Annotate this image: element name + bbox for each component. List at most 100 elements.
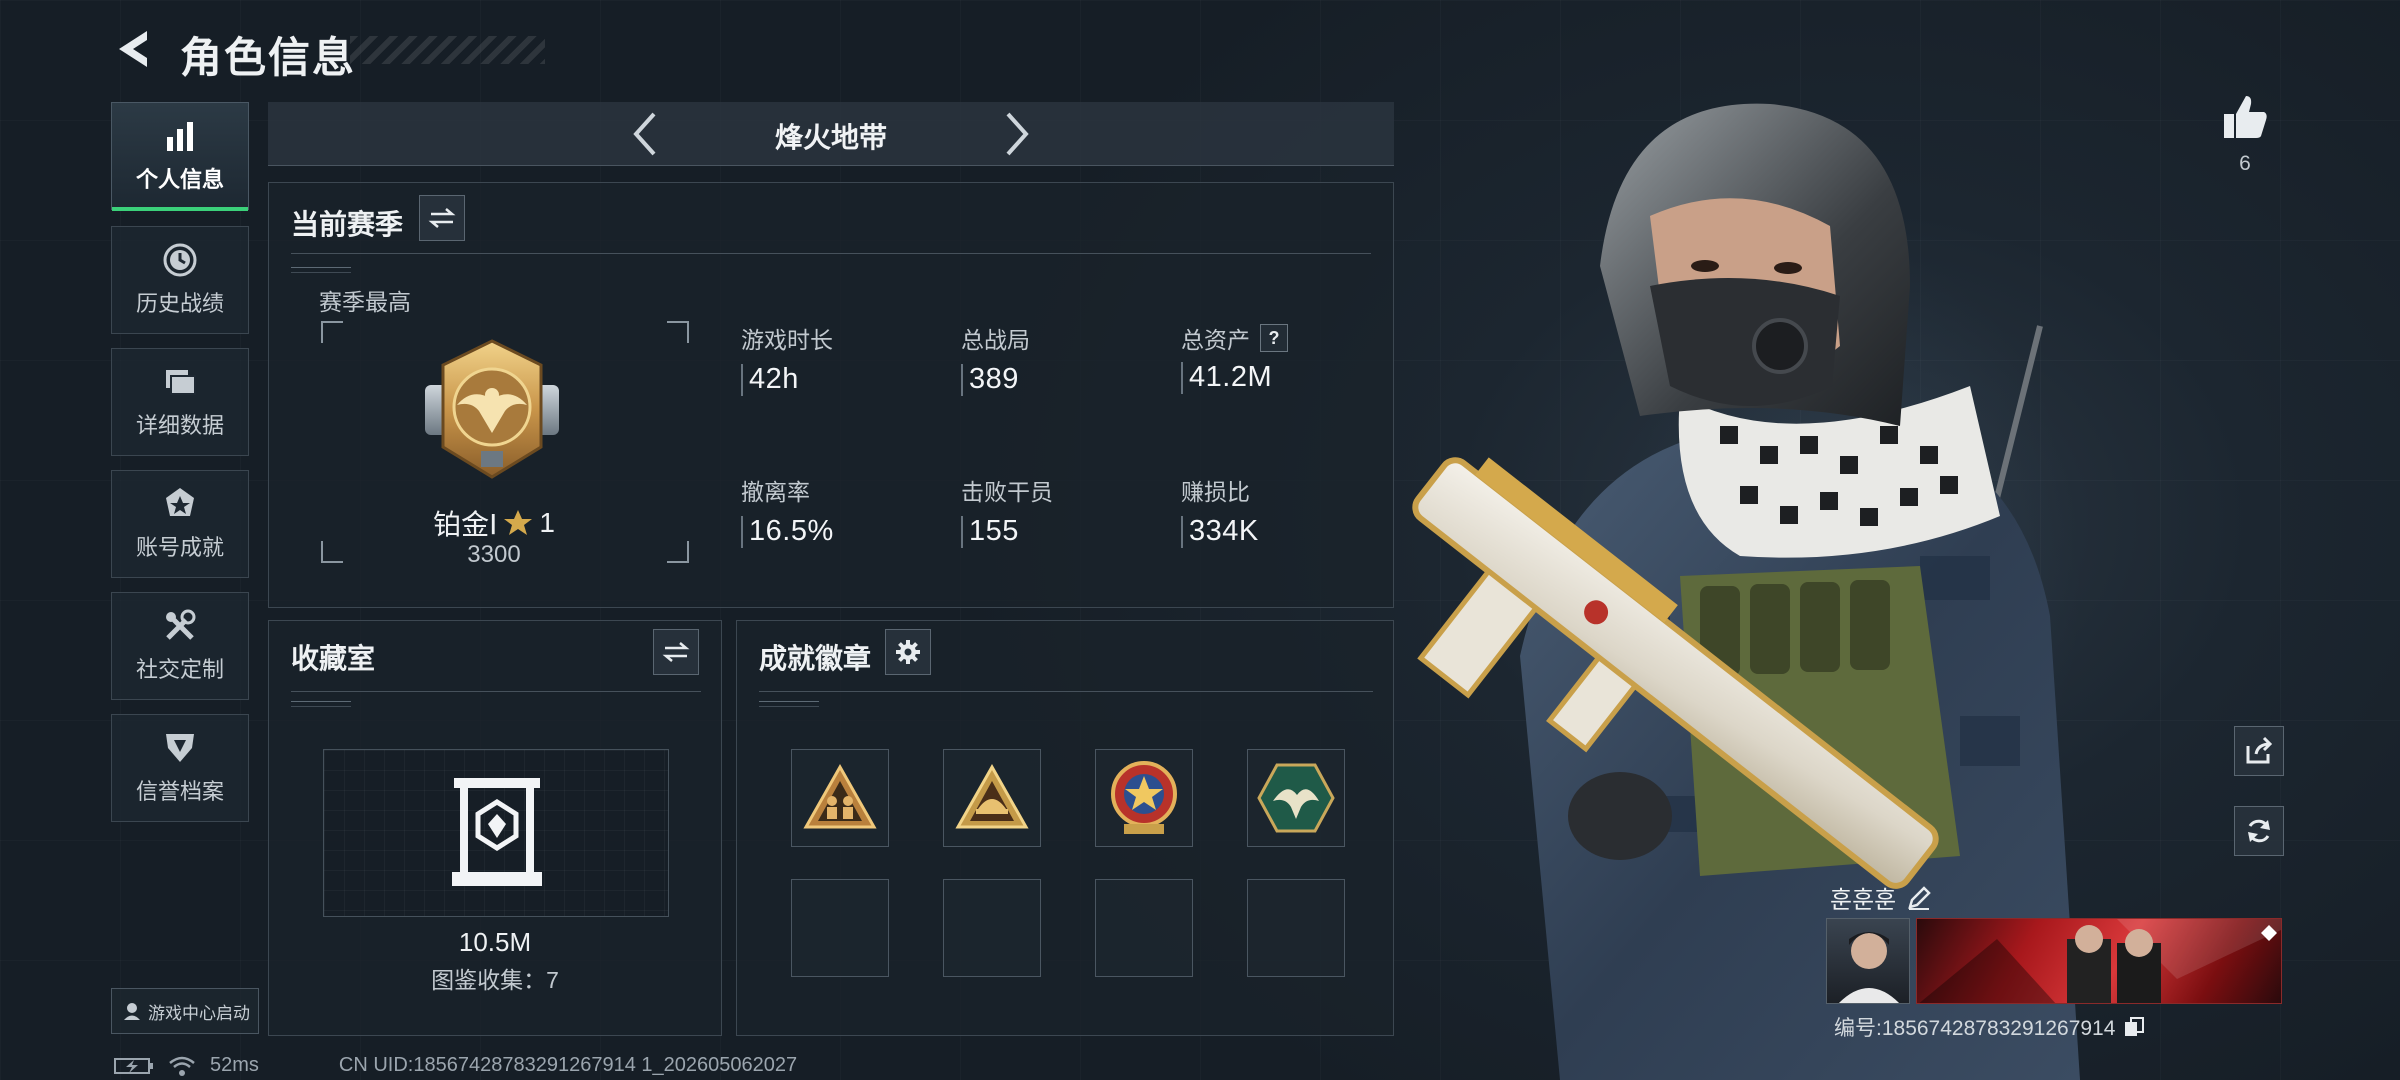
- empty-badge-slot[interactable]: [943, 879, 1041, 977]
- sidebar-item-label: 个人信息: [135, 167, 224, 192]
- history-clock-icon: [162, 242, 198, 278]
- thumbs-up-icon: [2224, 96, 2267, 138]
- stat-bar: [961, 515, 963, 548]
- sidebar-item-label: 历史战绩: [135, 291, 224, 316]
- season-best-label: 赛季最高: [319, 289, 411, 315]
- gear-icon: [896, 640, 920, 664]
- tools-icon: [162, 608, 198, 644]
- stat-value: 41.2M: [1189, 361, 1273, 393]
- rank-name: 铂金Ⅰ: [433, 509, 498, 540]
- stat-label: 总战局: [961, 327, 1030, 353]
- like-button[interactable]: 6: [2210, 92, 2280, 176]
- uid-text: CN UID:18567428783291267914 1_2026050620…: [338, 1054, 798, 1076]
- avatar[interactable]: [1826, 918, 1910, 1004]
- badge-slot[interactable]: [943, 749, 1041, 847]
- divider-decoration: [291, 701, 351, 707]
- triangle-helmet-badge-icon: [955, 763, 1029, 829]
- rank-score: 3300: [467, 541, 521, 568]
- sidebar-item-label: 信誉档案: [135, 779, 224, 804]
- help-button[interactable]: ?: [1260, 324, 1288, 352]
- current-season-panel: 当前赛季 赛季最高 铂金Ⅰ 1 3300 游戏时长 42h 总战局 389 总资…: [268, 182, 1394, 608]
- stat-value: 334K: [1189, 515, 1259, 547]
- back-button[interactable]: [108, 22, 158, 76]
- edit-pencil-icon[interactable]: [1906, 885, 1932, 911]
- stat-profit-loss-ratio: 赚损比 334K: [1181, 473, 1259, 548]
- frame-corner: [667, 541, 689, 563]
- stat-bar: [1181, 361, 1183, 394]
- stat-label: 击败干员: [961, 479, 1053, 505]
- stat-bar: [741, 515, 743, 548]
- stat-total-matches: 总战局 389: [961, 321, 1030, 396]
- star-shield-badge-icon: [1111, 761, 1177, 834]
- collection-panel: 收藏室 10.5M 图鉴收集：7: [268, 620, 722, 1036]
- stat-value: 389: [969, 363, 1019, 395]
- empty-badge-slot[interactable]: [1095, 879, 1193, 977]
- sidebar-item-personal-info[interactable]: 个人信息: [111, 102, 249, 211]
- collection-switch-button[interactable]: [653, 629, 699, 675]
- frame-corner: [667, 321, 689, 343]
- player-id: 编号:18567428783291267914: [1834, 1017, 2116, 1040]
- divider: [291, 691, 701, 692]
- rank-stars: 1: [539, 507, 555, 538]
- mode-selector-bar: 烽火地带: [268, 102, 1394, 166]
- game-center-launch-button[interactable]: 游戏中心启动: [111, 988, 259, 1034]
- badges-panel-title: 成就徽章: [759, 643, 872, 674]
- divider-decoration: [759, 701, 819, 707]
- sidebar-item-label: 社交定制: [135, 657, 224, 682]
- player-name: 훈훈훈: [1830, 887, 1897, 914]
- sidebar-item-achievements[interactable]: 账号成就: [111, 470, 249, 578]
- copy-icon[interactable]: [2123, 1016, 2145, 1038]
- collection-panel-title: 收藏室: [291, 643, 376, 674]
- swap-arrows-icon: [428, 208, 456, 228]
- collection-value: 10.5M: [458, 927, 532, 957]
- sidebar-item-history[interactable]: 历史战绩: [111, 226, 249, 334]
- frame-corner: [321, 321, 343, 343]
- stat-value: 42h: [749, 363, 799, 395]
- badges-settings-button[interactable]: [885, 629, 931, 675]
- ping-value: 52ms: [210, 1054, 259, 1076]
- collection-display[interactable]: [323, 749, 669, 917]
- refresh-icon: [2248, 819, 2270, 843]
- avatar-portrait-icon: [1839, 932, 1899, 1003]
- player-name-row: 훈훈훈: [1830, 880, 1932, 915]
- season-switch-button[interactable]: [419, 195, 465, 241]
- stat-total-assets: 总资产 ? 41.2M: [1181, 321, 1288, 394]
- next-mode-button[interactable]: [992, 108, 1042, 160]
- like-count: 6: [2239, 152, 2251, 175]
- badge-slot[interactable]: [791, 749, 889, 847]
- divider-decoration: [291, 267, 351, 273]
- share-button[interactable]: [2234, 726, 2284, 776]
- empty-badge-slot[interactable]: [791, 879, 889, 977]
- shield-icon: [162, 730, 198, 766]
- stat-label: 赚损比: [1181, 479, 1250, 505]
- sidebar-item-social-custom[interactable]: 社交定制: [111, 592, 249, 700]
- swap-arrows-icon: [662, 642, 690, 662]
- season-panel-title: 当前赛季: [291, 209, 404, 240]
- sidebar-item-label: 账号成就: [135, 535, 224, 560]
- user-icon: [124, 1003, 140, 1020]
- achievement-badges-panel: 成就徽章: [736, 620, 1394, 1036]
- battery-charging-icon: [114, 1057, 153, 1074]
- refresh-button[interactable]: [2234, 806, 2284, 856]
- chevron-right-icon: [1006, 112, 1029, 156]
- badge-slot[interactable]: [1095, 749, 1193, 847]
- wifi-icon: [169, 1056, 195, 1076]
- rank-row: 铂金Ⅰ 1: [329, 503, 659, 543]
- player-banner[interactable]: [1916, 918, 2282, 1004]
- stat-bar: [961, 363, 963, 396]
- sidebar-item-label: 详细数据: [135, 413, 224, 438]
- sidebar-item-detailed-data[interactable]: 详细数据: [111, 348, 249, 456]
- title-decoration: [350, 36, 545, 64]
- stat-play-time: 游戏时长 42h: [741, 321, 833, 396]
- rank-emblem: [417, 335, 567, 490]
- stat-label: 游戏时长: [741, 327, 833, 353]
- stat-value: 16.5%: [749, 515, 834, 547]
- game-center-launch-label: 游戏中心启动: [148, 1003, 250, 1023]
- page-title: 角色信息: [180, 34, 357, 81]
- back-arrow-icon: [119, 31, 147, 67]
- divider: [759, 691, 1373, 692]
- stat-bar: [1181, 515, 1183, 548]
- stat-label: 总资产: [1181, 327, 1250, 353]
- sidebar-item-credit-profile[interactable]: 信誉档案: [111, 714, 249, 822]
- banner-art-icon: [1919, 919, 2281, 1003]
